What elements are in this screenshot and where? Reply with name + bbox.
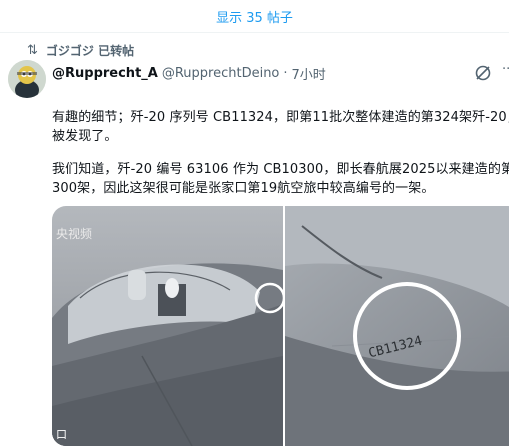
separator: ·: [283, 66, 288, 81]
post-time[interactable]: 7小时: [292, 64, 326, 83]
media-left-corner-mark: 口: [56, 428, 67, 441]
media-right-image[interactable]: CB11324: [285, 206, 509, 446]
more-icon[interactable]: ···: [502, 62, 509, 77]
avatar[interactable]: [8, 60, 46, 98]
grok-icon[interactable]: [474, 64, 492, 82]
repost-label: ゴジゴジ 已转帖: [45, 44, 135, 58]
post-header: @Rupprecht_A @RupprechtDeino · 7小时: [52, 64, 326, 83]
post-text-line-2: 被发现了。: [52, 129, 118, 144]
post-text-line-3: 我们知道，歼-20 编号 63106 作为 CB10300，即长春航展2025以…: [52, 162, 509, 177]
repost-icon: ⇅: [27, 43, 38, 58]
handle[interactable]: @RupprechtDeino: [162, 66, 280, 81]
post-media[interactable]: 央视频 口 CB11324: [52, 206, 509, 446]
show-more-posts[interactable]: 显示 35 帖子: [0, 0, 509, 33]
repost-indicator[interactable]: ⇅ ゴジゴジ 已转帖: [27, 42, 134, 59]
media-left-image[interactable]: 央视频 口: [52, 206, 284, 446]
post-text-line-4: 300架，因此这架很可能是张家口第19航空旅中较高编号的一架。: [52, 181, 435, 196]
media-left-watermark: 央视频: [56, 226, 92, 241]
show-more-posts-label: 显示 35 帖子: [216, 10, 293, 26]
post-text-line-1: 有趣的细节；歼-20 序列号 CB11324，即第11批次整体建造的第324架歼…: [52, 110, 509, 125]
display-name[interactable]: @Rupprecht_A: [52, 66, 158, 81]
